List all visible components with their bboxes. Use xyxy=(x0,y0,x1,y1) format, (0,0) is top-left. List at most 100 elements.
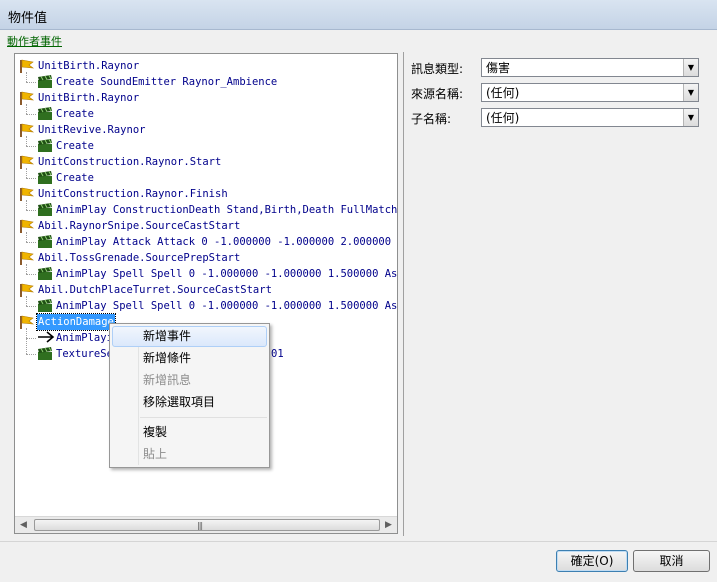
tree-item-label: ActionDamage xyxy=(36,313,116,331)
tree-connector xyxy=(26,82,36,83)
tree-event-item[interactable]: UnitConstruction.Raynor.Start xyxy=(37,154,222,170)
tree-item-label: UnitRevive.Raynor xyxy=(38,124,146,136)
tree-connector xyxy=(26,354,36,355)
tree-action-item[interactable]: AnimPlay Spell Spell 0 -1.000000 -1.0000… xyxy=(55,298,397,314)
window-title: 物件值 xyxy=(8,11,48,26)
title-bar: 物件值 xyxy=(0,0,717,30)
tree-item-label: Create xyxy=(56,108,94,120)
tree-connector xyxy=(26,296,27,306)
tree-event-item[interactable]: UnitRevive.Raynor xyxy=(37,122,146,138)
chevron-down-icon[interactable]: ▼ xyxy=(683,59,698,76)
tree-connector xyxy=(26,328,27,354)
message-type-select[interactable]: 傷害 ▼ xyxy=(481,58,699,77)
scroll-thumb[interactable]: ||| xyxy=(34,519,380,531)
tree-connector xyxy=(26,274,36,275)
tree-action-item[interactable]: Create SoundEmitter Raynor_Ambience xyxy=(55,74,278,90)
tree-action-item[interactable]: AnimPlay Attack Attack 0 -1.000000 -1.00… xyxy=(55,234,397,250)
tree-event-item[interactable]: ActionDamage xyxy=(36,313,116,331)
tree-item-label: Create xyxy=(56,172,94,184)
menu-item-paste[interactable]: 貼上 xyxy=(112,444,267,465)
menu-item-remove-selected[interactable]: 移除選取項目 xyxy=(112,392,267,413)
message-type-value: 傷害 xyxy=(486,61,511,75)
tree-item-label: AnimPlay ConstructionDeath Stand,Birth,D… xyxy=(56,204,397,216)
flag-icon xyxy=(19,91,35,106)
tree-action-item[interactable]: Create xyxy=(55,138,95,154)
tree-item-label: UnitBirth.Raynor xyxy=(38,60,140,72)
tree-action-item[interactable]: TextureSe xyxy=(55,346,114,362)
tree-event-item[interactable]: Abil.RaynorSnipe.SourceCastStart xyxy=(37,218,241,234)
tree-action-item[interactable]: AnimPlayi xyxy=(55,330,114,346)
source-name-select[interactable]: (任何) ▼ xyxy=(481,83,699,102)
tree-connector xyxy=(26,136,27,146)
tree-connector xyxy=(26,200,27,210)
clapperboard-icon xyxy=(37,299,53,313)
sub-name-select[interactable]: (任何) ▼ xyxy=(481,108,699,127)
clapperboard-icon xyxy=(37,203,53,217)
tree-connector xyxy=(26,264,27,274)
clapperboard-icon xyxy=(37,75,53,89)
tree-item-label: Create SoundEmitter Raynor_Ambience xyxy=(56,76,278,88)
chevron-down-icon[interactable]: ▼ xyxy=(683,109,698,126)
tree-connector xyxy=(26,232,27,242)
flag-icon xyxy=(19,123,35,138)
tree-action-item[interactable]: AnimPlay Spell Spell 0 -1.000000 -1.0000… xyxy=(55,266,397,282)
ok-button[interactable]: 確定(O) xyxy=(556,550,628,572)
grip-icon: ||| xyxy=(197,521,203,530)
tree-connector xyxy=(26,306,36,307)
tree-item-label: AnimPlay Attack Attack 0 -1.000000 -1.00… xyxy=(56,236,397,248)
chevron-down-icon[interactable]: ▼ xyxy=(683,84,698,101)
cancel-button[interactable]: 取消 xyxy=(633,550,710,572)
flag-icon xyxy=(19,251,35,266)
clapperboard-icon xyxy=(37,171,53,185)
tree-action-item[interactable]: Create xyxy=(55,106,95,122)
sub-name-value: (任何) xyxy=(486,111,520,125)
tree-item-label: Abil.DutchPlaceTurret.SourceCastStart xyxy=(38,284,272,296)
tree-connector xyxy=(26,72,27,82)
message-type-label: 訊息類型: xyxy=(411,62,464,76)
tree-connector xyxy=(26,114,36,115)
menu-item-add-condition[interactable]: 新增條件 xyxy=(112,348,267,369)
scroll-left-icon[interactable]: ◀ xyxy=(15,517,32,533)
tree-connector xyxy=(26,146,36,147)
clapperboard-icon xyxy=(37,267,53,281)
menu-item-add-event[interactable]: 新增事件 xyxy=(112,326,267,347)
trigger-events-link[interactable]: 動作者事件 xyxy=(7,33,62,49)
tree-item-label: UnitBirth.Raynor xyxy=(38,92,140,104)
tree-connector xyxy=(26,168,27,178)
tree-connector xyxy=(26,242,36,243)
clapperboard-icon xyxy=(37,347,53,361)
horizontal-scrollbar[interactable]: ◀ ||| ▶ xyxy=(15,516,397,533)
tree-connector xyxy=(26,178,36,179)
menu-item-add-message[interactable]: 新增訊息 xyxy=(112,370,267,391)
tree-item-label: AnimPlay Spell Spell 0 -1.000000 -1.0000… xyxy=(56,268,397,280)
source-name-label: 來源名稱: xyxy=(411,87,464,101)
tree-connector xyxy=(26,210,36,211)
tree-action-item[interactable]: AnimPlay ConstructionDeath Stand,Birth,D… xyxy=(55,202,397,218)
tree-connector xyxy=(26,104,27,114)
source-name-value: (任何) xyxy=(486,86,520,100)
sub-name-label: 子名稱: xyxy=(411,112,452,126)
tree-event-item[interactable]: UnitBirth.Raynor xyxy=(37,58,140,74)
tree-event-item[interactable]: UnitConstruction.Raynor.Finish xyxy=(37,186,229,202)
tree-item-label: AnimPlayi xyxy=(56,332,113,344)
menu-separator xyxy=(140,417,267,418)
tree-action-item[interactable]: Create xyxy=(55,170,95,186)
clapperboard-icon xyxy=(37,235,53,249)
flag-icon xyxy=(19,315,35,330)
tree-connector xyxy=(26,338,36,339)
tree-event-item[interactable]: Abil.DutchPlaceTurret.SourceCastStart xyxy=(37,282,273,298)
tree-item-label: Create xyxy=(56,140,94,152)
tree-item-trailing-text: 01 xyxy=(271,348,284,360)
context-menu: 新增事件 新增條件 新增訊息 移除選取項目 複製 貼上 xyxy=(109,323,270,468)
tree-item-label: UnitConstruction.Raynor.Finish xyxy=(38,188,228,200)
menu-item-copy[interactable]: 複製 xyxy=(112,422,267,443)
scroll-right-icon[interactable]: ▶ xyxy=(380,517,397,533)
tree-item-label: TextureSe xyxy=(56,348,113,360)
flag-icon xyxy=(19,283,35,298)
tree-event-item[interactable]: UnitBirth.Raynor xyxy=(37,90,140,106)
tree-event-item[interactable]: Abil.TossGrenade.SourcePrepStart xyxy=(37,250,241,266)
tree-item-label: Abil.TossGrenade.SourcePrepStart xyxy=(38,252,241,264)
flag-icon xyxy=(19,219,35,234)
panel-divider xyxy=(403,52,404,536)
flag-icon xyxy=(19,187,35,202)
